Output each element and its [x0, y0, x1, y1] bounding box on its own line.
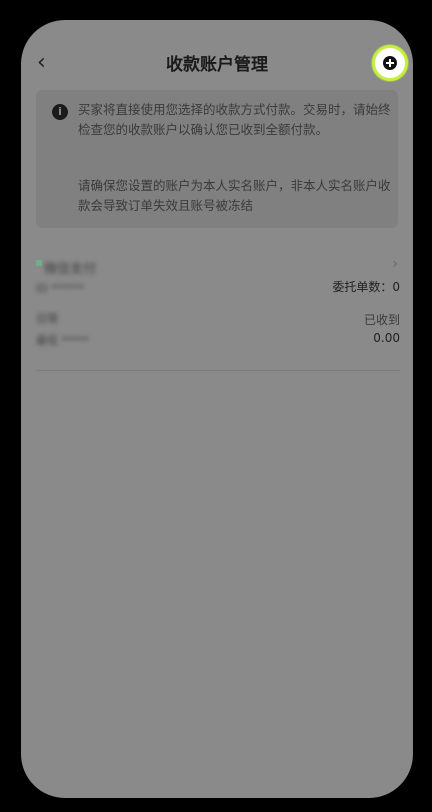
notice-box: i 买家将直接使用您选择的收款方式付款。交易时，请始终检查您的收款账户以确认您已…	[36, 90, 398, 228]
account-indicator	[36, 260, 42, 266]
page-title: 收款账户管理	[166, 55, 268, 75]
plus-circle-icon	[383, 56, 397, 70]
account-id: ID ******	[36, 282, 85, 295]
order-count: 委托单数：0	[332, 280, 400, 294]
account-name: 微信支付	[44, 262, 97, 277]
received-label: 已收到	[363, 313, 400, 327]
chevron-right-icon: ›	[392, 256, 398, 272]
info-icon: i	[52, 104, 68, 120]
notice-text-1: 买家将直接使用您选择的收款方式付款。交易时，请始终检查您的收款账户以确认您已收到…	[78, 102, 391, 137]
account-min-label: 最低 *****	[36, 334, 89, 347]
received-amount: 0.00	[373, 331, 400, 345]
payment-account-item[interactable]: 微信支付 › ID ****** 委托单数：0 日限 最低 ***** 已收到 …	[36, 252, 400, 371]
account-limit-label: 日限	[36, 312, 58, 325]
phone-screen: ‹ 收款账户管理 i 买家将直接使用您选择的收款方式付款。交易时，请始终检查您的…	[21, 20, 413, 798]
add-account-button[interactable]	[372, 45, 408, 81]
notice-text-2: 请确保您设置的账户为本人实名账户，非本人实名账户收款会导致订单失效且账号被冻结	[78, 178, 391, 213]
